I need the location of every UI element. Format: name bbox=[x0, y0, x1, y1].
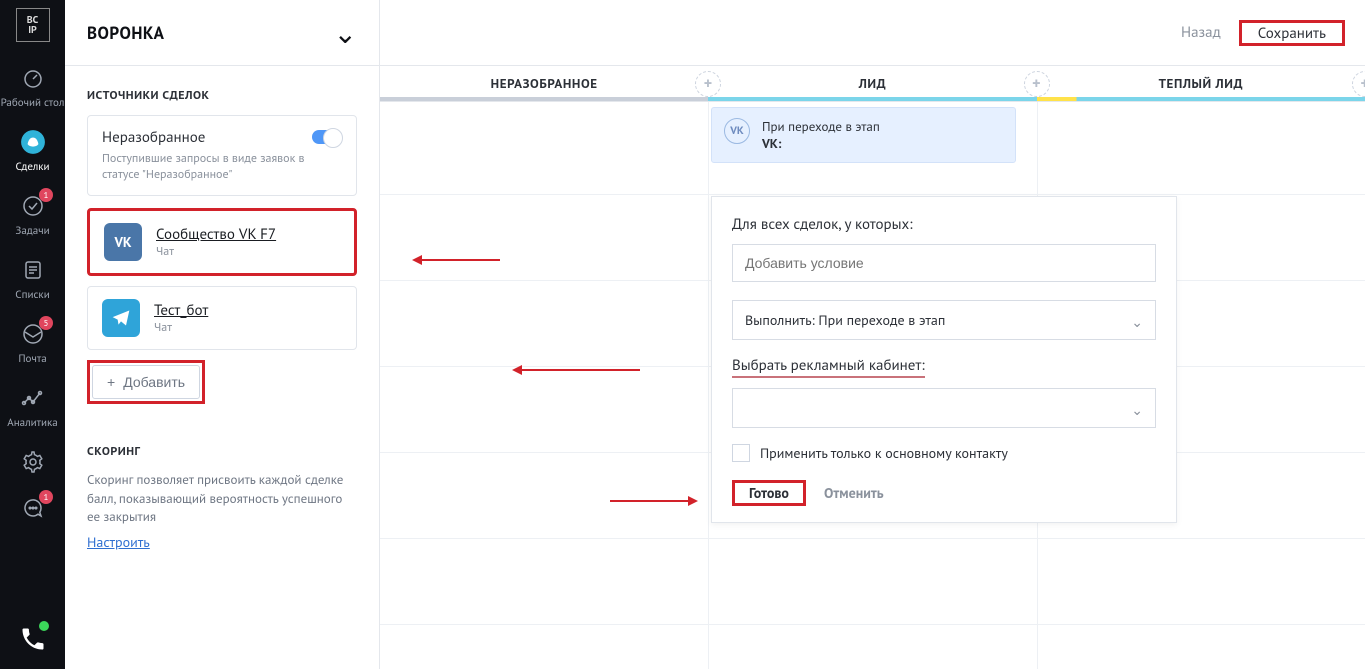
source-name: Тест_бот bbox=[154, 301, 208, 320]
stage-label: НЕРАЗОБРАННОЕ bbox=[491, 75, 598, 92]
select-value: Выполнить: При переходе в этап bbox=[745, 311, 945, 329]
rail-item-tasks[interactable]: 1 Задачи bbox=[0, 184, 65, 248]
trigger-line1: При переходе в этап bbox=[762, 118, 880, 135]
add-label: Добавить bbox=[123, 374, 185, 390]
stage-label: ЛИД bbox=[859, 75, 887, 92]
telegram-icon bbox=[102, 299, 140, 337]
scoring-title: СКОРИНГ bbox=[87, 444, 357, 459]
chevron-down-icon: ⌄ bbox=[1131, 313, 1143, 331]
plus-icon: + bbox=[107, 374, 115, 390]
rail-item-lists[interactable]: Списки bbox=[0, 248, 65, 312]
badge: 1 bbox=[39, 188, 53, 202]
source-name: Сообщество VK F7 bbox=[156, 225, 276, 244]
rail-item-mail[interactable]: 5 Почта bbox=[0, 312, 65, 376]
source-type: Чат bbox=[156, 244, 276, 259]
chevron-down-icon: ⌄ bbox=[1131, 401, 1143, 419]
chevron-down-icon: ⌄ bbox=[334, 19, 357, 47]
add-stage-button[interactable]: + bbox=[1352, 71, 1365, 97]
unsorted-toggle[interactable] bbox=[312, 130, 342, 144]
done-highlight: Готово bbox=[732, 480, 806, 506]
add-stage-button[interactable]: + bbox=[695, 71, 721, 97]
ad-cabinet-label: Выбрать рекламный кабинет: bbox=[732, 356, 925, 378]
rail-item-deals[interactable]: Сделки bbox=[0, 120, 65, 184]
ad-cabinet-select[interactable]: ⌄ bbox=[732, 388, 1156, 428]
add-source-button[interactable]: + Добавить bbox=[92, 365, 200, 399]
rail-phone[interactable] bbox=[0, 609, 65, 669]
add-source-highlight: + Добавить bbox=[87, 360, 205, 404]
execute-when-select[interactable]: Выполнить: При переходе в этап ⌄ bbox=[732, 300, 1156, 340]
annotation-arrow-icon bbox=[610, 500, 690, 502]
add-condition-input[interactable] bbox=[732, 244, 1156, 282]
stage-unsorted[interactable]: НЕРАЗОБРАННОЕ + bbox=[380, 66, 708, 101]
rail-item-analytics[interactable]: Аналитика bbox=[0, 376, 65, 440]
rail-item-label: Аналитика bbox=[7, 416, 57, 430]
scoring-desc: Скоринг позволяет присвоить каждой сделк… bbox=[87, 471, 357, 526]
source-item-telegram[interactable]: Тест_бот Чат bbox=[87, 286, 357, 350]
rail-item-dashboard[interactable]: Рабочий стол bbox=[0, 56, 65, 120]
apply-main-contact-checkbox[interactable]: Применить только к основному контакту bbox=[732, 444, 1156, 462]
pipeline-stages: НЕРАЗОБРАННОЕ + ЛИД + ТЕПЛЫЙ ЛИД + bbox=[380, 66, 1365, 102]
unsorted-desc: Поступившие запросы в виде заявок в стат… bbox=[102, 151, 342, 183]
status-dot-icon bbox=[39, 621, 49, 631]
rail-item-label: Почта bbox=[18, 352, 46, 366]
topbar: Назад Сохранить bbox=[380, 0, 1365, 66]
source-item-vk[interactable]: VK Сообщество VK F7 Чат bbox=[87, 208, 357, 276]
dashboard-icon bbox=[19, 64, 47, 92]
sources-section-title: ИСТОЧНИКИ СДЕЛОК bbox=[87, 88, 357, 103]
add-stage-button[interactable]: + bbox=[1024, 71, 1050, 97]
panel-title: ВОРОНКА bbox=[87, 22, 164, 44]
done-button[interactable]: Готово bbox=[735, 476, 803, 510]
rail-item-settings[interactable] bbox=[0, 440, 65, 486]
vk-circle-icon: VK bbox=[724, 118, 750, 144]
nav-rail: BCIP Рабочий стол Сделки 1 Задачи Списки… bbox=[0, 0, 65, 669]
deals-icon bbox=[19, 128, 47, 156]
for-deals-label: Для всех сделок, у которых: bbox=[732, 215, 1156, 234]
badge: 1 bbox=[39, 490, 53, 504]
rail-item-label: Задачи bbox=[15, 224, 49, 238]
back-button[interactable]: Назад bbox=[1181, 23, 1221, 42]
badge: 5 bbox=[39, 316, 53, 330]
checkbox-icon bbox=[732, 444, 750, 462]
select-value bbox=[745, 399, 749, 417]
trigger-config-popup: Для всех сделок, у которых: Выполнить: П… bbox=[711, 196, 1177, 523]
trigger-card-vk[interactable]: VK При переходе в этап VK: bbox=[711, 107, 1016, 163]
pipeline-canvas: VK При переходе в этап VK: Для всех сдел… bbox=[380, 102, 1365, 669]
save-button[interactable]: Сохранить bbox=[1242, 14, 1342, 53]
settings-icon bbox=[19, 448, 47, 476]
vk-icon: VK bbox=[104, 223, 142, 261]
annotation-arrow-icon bbox=[520, 369, 640, 371]
lists-icon bbox=[19, 256, 47, 284]
stage-warm-lead[interactable]: ТЕПЛЫЙ ЛИД + bbox=[1037, 66, 1365, 101]
source-type: Чат bbox=[154, 320, 208, 335]
scoring-configure-link[interactable]: Настроить bbox=[87, 533, 150, 551]
trigger-line2: VK: bbox=[762, 135, 880, 152]
annotation-arrow-icon bbox=[420, 259, 500, 261]
rail-item-label: Списки bbox=[15, 288, 49, 302]
cancel-button[interactable]: Отменить bbox=[824, 484, 884, 502]
main-area: Назад Сохранить НЕРАЗОБРАННОЕ + ЛИД + ТЕ… bbox=[380, 0, 1365, 669]
rail-item-label: Рабочий стол bbox=[1, 96, 65, 110]
rail-item-label: Сделки bbox=[15, 160, 49, 174]
save-highlight: Сохранить bbox=[1239, 20, 1345, 46]
app-logo: BCIP bbox=[16, 8, 50, 42]
stage-lead[interactable]: ЛИД + bbox=[708, 66, 1036, 101]
rail-item-chat[interactable]: 1 bbox=[0, 486, 65, 532]
unsorted-name: Неразобранное bbox=[102, 128, 342, 147]
stage-label: ТЕПЛЫЙ ЛИД bbox=[1159, 75, 1243, 92]
checkbox-label: Применить только к основному контакту bbox=[760, 444, 1008, 462]
panel-header[interactable]: ВОРОНКА ⌄ bbox=[65, 0, 379, 66]
analytics-icon bbox=[19, 384, 47, 412]
unsorted-source-box: Неразобранное Поступившие запросы в виде… bbox=[87, 115, 357, 196]
sidebar-panel: ВОРОНКА ⌄ ИСТОЧНИКИ СДЕЛОК Неразобранное… bbox=[65, 0, 380, 669]
